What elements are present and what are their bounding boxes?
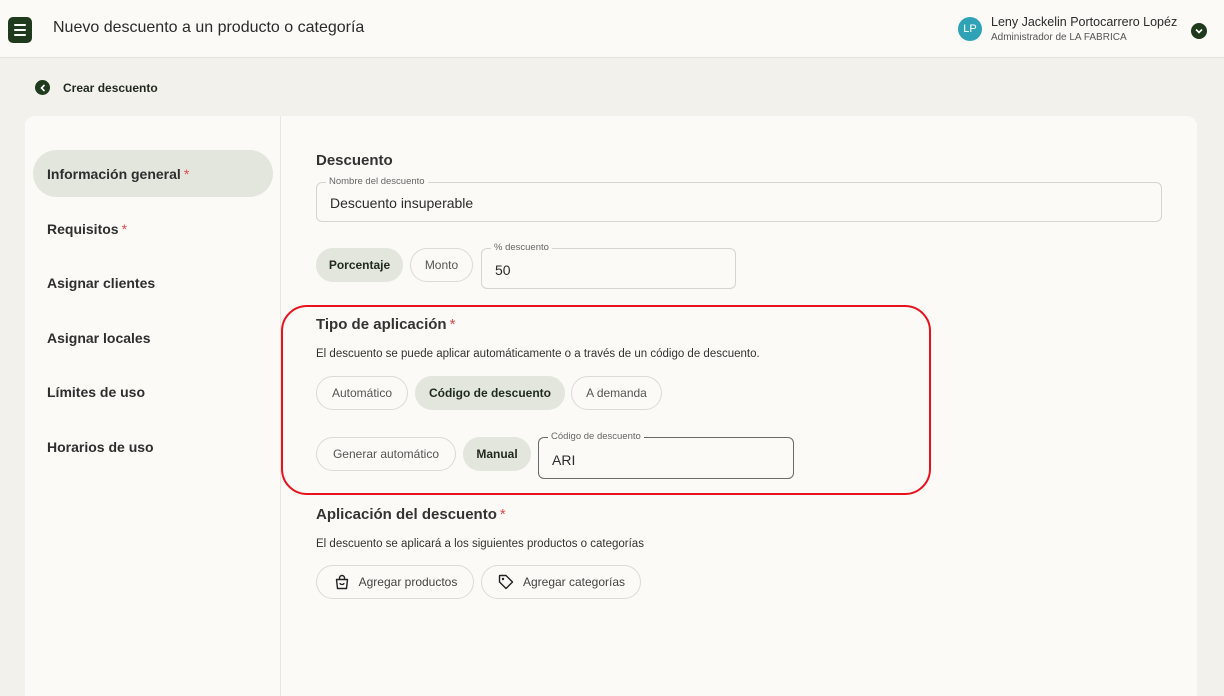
menu-icon[interactable] [8, 17, 32, 43]
tipo-aplicacion-title: Tipo de aplicación * [316, 316, 455, 333]
user-name: Leny Jackelin Portocarrero Lopéz [991, 15, 1178, 29]
required-mark: * [121, 220, 128, 237]
automatico-button[interactable]: Automático [316, 376, 408, 410]
chevron-left-icon [35, 80, 50, 95]
sidebar-item-asignar-locales[interactable]: Asignar locales [33, 314, 273, 361]
manual-button[interactable]: Manual [463, 437, 531, 471]
monto-button[interactable]: Monto [410, 248, 473, 282]
sidebar-item-label: Horarios de uso [47, 438, 154, 455]
aplicacion-descuento-description: El descuento se aplicará a los siguiente… [316, 538, 644, 550]
top-bar: Nuevo descuento a un producto o categorí… [0, 0, 1224, 58]
sidebar-item-label: Asignar locales [47, 329, 151, 346]
codigo-descuento-button[interactable]: Código de descuento [415, 376, 565, 410]
required-mark: * [449, 316, 456, 333]
discount-code-field[interactable]: Código de descuento ARI [538, 431, 794, 479]
tag-icon [497, 573, 515, 591]
add-categories-button[interactable]: Agregar categorías [481, 565, 641, 599]
sidebar-item-label: Información general [47, 165, 181, 182]
required-mark: * [499, 506, 506, 523]
add-products-button[interactable]: Agregar productos [316, 565, 474, 599]
sidebar-item-limites-de-uso[interactable]: Límites de uso [33, 368, 273, 415]
chevron-down-icon[interactable] [1191, 23, 1207, 39]
aplicacion-descuento-title: Aplicación del descuento * [316, 506, 506, 523]
discount-code-value: ARI [552, 452, 576, 468]
tipo-aplicacion-description: El descuento se puede aplicar automática… [316, 348, 760, 360]
a-demanda-button[interactable]: A demanda [571, 376, 662, 410]
generar-automatico-button[interactable]: Generar automático [316, 437, 456, 471]
tipo-aplicacion-label: Tipo de aplicación [316, 316, 447, 333]
sidebar-item-label: Requisitos [47, 220, 119, 237]
shopping-bag-icon [333, 573, 351, 591]
add-categories-label: Agregar categorías [522, 575, 626, 589]
sidebar-item-horarios-de-uso[interactable]: Horarios de uso [33, 423, 273, 470]
sidebar-item-informacion-general[interactable]: Información general * [33, 150, 273, 197]
porcentaje-button[interactable]: Porcentaje [316, 248, 403, 282]
field-label: Código de descuento [548, 431, 644, 442]
sidebar-item-label: Límites de uso [47, 383, 146, 400]
percent-value: 50 [495, 262, 511, 278]
sidebar-item-asignar-clientes[interactable]: Asignar clientes [33, 259, 273, 306]
discount-name-value: Descuento insuperable [330, 195, 474, 211]
sidebar-item-requisitos[interactable]: Requisitos * [33, 205, 273, 252]
avatar[interactable]: LP [958, 17, 982, 41]
back-button[interactable]: Crear descuento [35, 80, 158, 95]
back-label: Crear descuento [63, 80, 158, 95]
aplicacion-descuento-label: Aplicación del descuento [316, 506, 497, 523]
sidebar-item-label: Asignar clientes [47, 274, 156, 291]
required-mark: * [183, 165, 190, 182]
percent-field[interactable]: % descuento 50 [481, 242, 736, 289]
field-label: % descuento [491, 242, 552, 253]
descuento-title: Descuento [316, 152, 393, 169]
discount-name-field[interactable]: Nombre del descuento Descuento insuperab… [316, 176, 1162, 222]
add-products-label: Agregar productos [358, 575, 458, 589]
page-title: Nuevo descuento a un producto o categorí… [53, 19, 365, 36]
user-role: Administrador de LA FABRICA [991, 32, 1127, 43]
field-label: Nombre del descuento [326, 176, 428, 187]
sidebar-divider [280, 116, 281, 696]
